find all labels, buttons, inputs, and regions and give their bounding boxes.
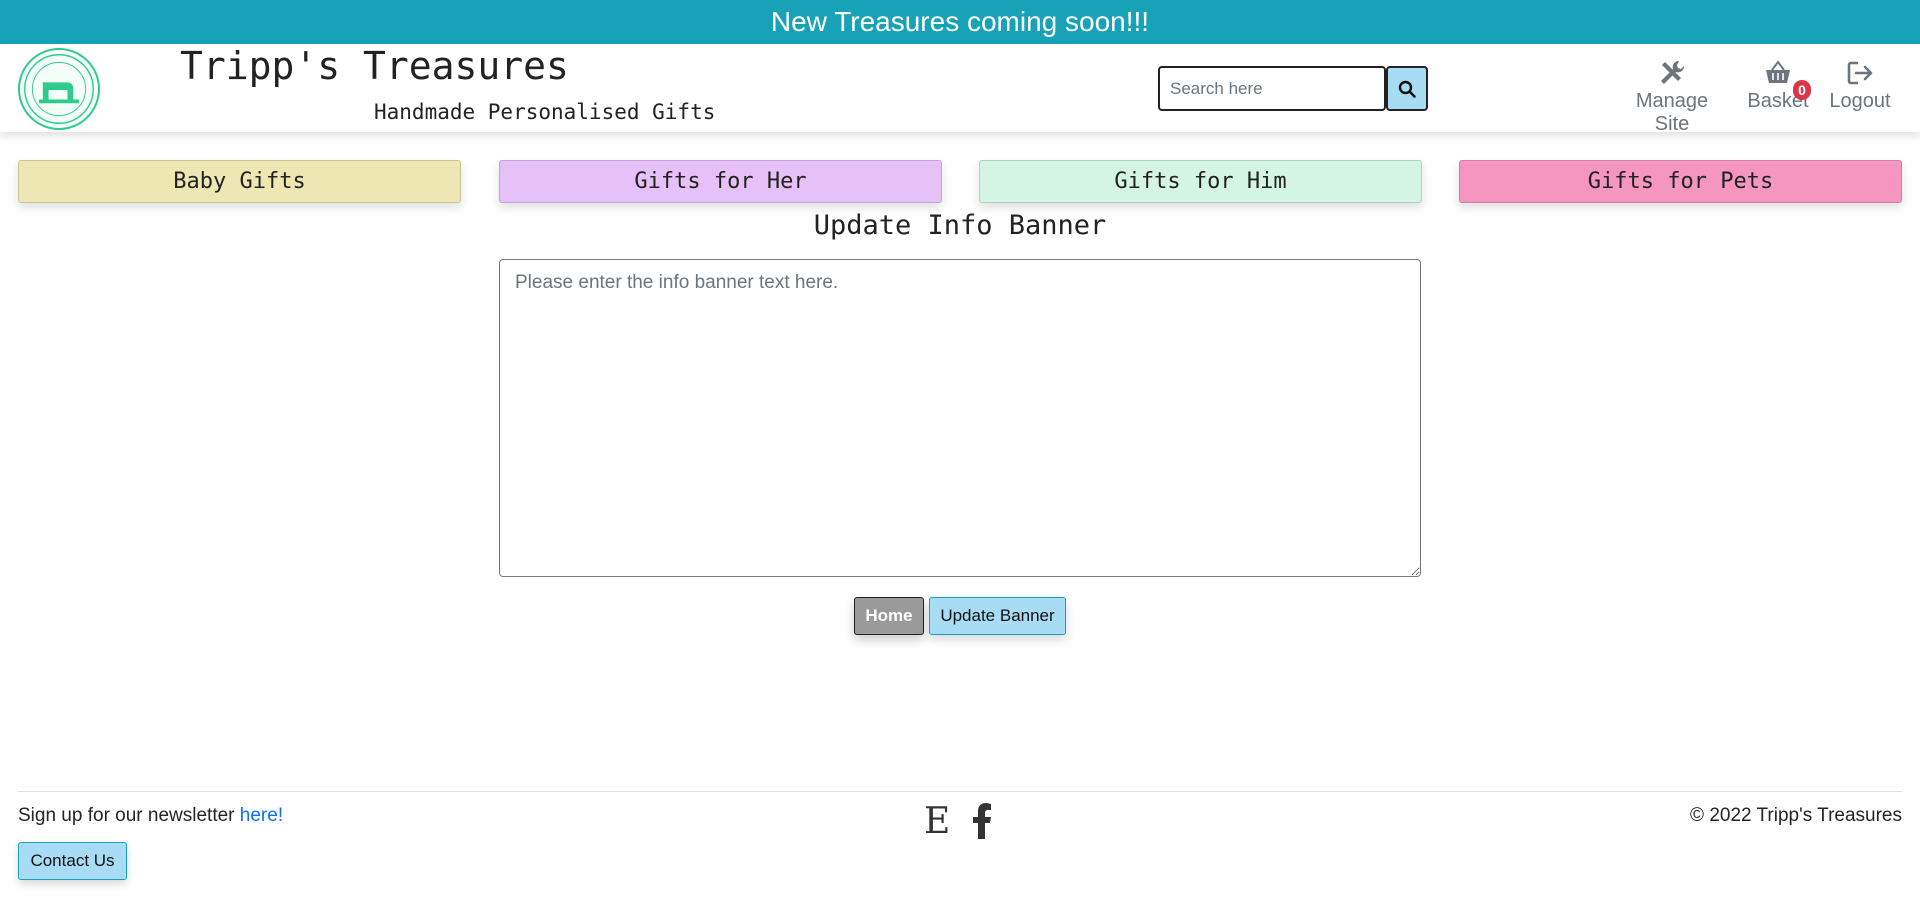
category-gifts-for-pets[interactable]: Gifts for Pets xyxy=(1459,160,1902,203)
basket-count-badge: 0 xyxy=(1793,80,1811,100)
newsletter-text: Sign up for our newsletter here! xyxy=(18,805,283,827)
site-title[interactable]: Tripp's Treasures xyxy=(180,44,569,88)
form-title: Update Info Banner xyxy=(813,210,1107,241)
sewing-machine-logo-icon xyxy=(24,54,94,124)
facebook-glyph-icon xyxy=(973,803,991,839)
category-gifts-for-him[interactable]: Gifts for Him xyxy=(979,160,1422,203)
etsy-icon[interactable]: E xyxy=(924,800,950,844)
info-banner-textarea[interactable] xyxy=(499,259,1421,577)
basket-icon xyxy=(1766,60,1790,83)
contact-us-button[interactable]: Contact Us xyxy=(18,842,127,880)
manage-site-link[interactable]: Manage Site xyxy=(1617,58,1727,136)
copyright-text: © 2022 Tripp's Treasures xyxy=(1690,805,1902,826)
facebook-icon[interactable] xyxy=(972,803,992,844)
info-banner: New Treasures coming soon!!! xyxy=(0,0,1920,44)
search-button[interactable] xyxy=(1386,66,1428,111)
search-input[interactable] xyxy=(1158,66,1386,111)
manage-site-label: Manage Site xyxy=(1635,90,1709,135)
site-header: Tripp's Treasures Handmade Personalised … xyxy=(0,44,1920,135)
newsletter-link[interactable]: here! xyxy=(240,805,283,826)
site-logo[interactable] xyxy=(18,48,100,130)
logout-icon xyxy=(1847,61,1873,85)
footer-divider xyxy=(18,791,1902,792)
search-icon xyxy=(1398,80,1416,98)
category-gifts-for-her[interactable]: Gifts for Her xyxy=(499,160,942,203)
tools-icon xyxy=(1661,60,1685,84)
update-banner-button[interactable]: Update Banner xyxy=(929,597,1066,635)
site-tagline: Handmade Personalised Gifts xyxy=(374,100,716,124)
category-baby-gifts[interactable]: Baby Gifts xyxy=(18,160,461,203)
logout-label: Logout xyxy=(1829,90,1891,112)
newsletter-label: Sign up for our newsletter xyxy=(18,805,240,826)
basket-link[interactable]: 0 Basket xyxy=(1745,58,1811,113)
logout-link[interactable]: Logout xyxy=(1825,58,1895,113)
home-button[interactable]: Home xyxy=(854,597,924,635)
